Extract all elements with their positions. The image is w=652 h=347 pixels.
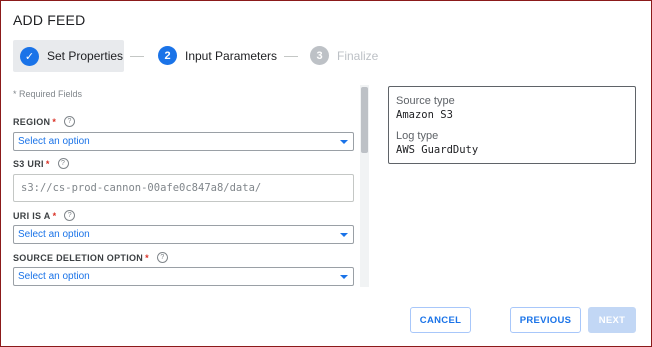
- region-select-value: Select an option: [18, 136, 90, 147]
- s3-uri-label-text: S3 URI: [13, 158, 44, 169]
- chevron-down-icon: [340, 140, 348, 144]
- source-deletion-label-text: SOURCE DELETION OPTION: [13, 252, 144, 263]
- required-asterisk: *: [52, 210, 57, 221]
- feed-summary-panel: Source type Amazon S3 Log type AWS Guard…: [388, 86, 636, 164]
- source-deletion-select[interactable]: Select an option: [13, 267, 354, 286]
- input-parameters-form: * Required Fields REGION * ? Select an o…: [13, 85, 355, 287]
- step-label: Input Parameters: [185, 48, 278, 63]
- chevron-down-icon: [340, 275, 348, 279]
- region-label: REGION * ?: [13, 116, 76, 127]
- previous-button[interactable]: PREVIOUS: [510, 307, 581, 333]
- source-type-label: Source type: [396, 95, 455, 107]
- step-label: Set Properties: [47, 49, 124, 63]
- step-separator: [284, 56, 298, 57]
- help-icon[interactable]: ?: [64, 116, 76, 127]
- required-asterisk: *: [45, 158, 50, 169]
- step-number-badge: 3: [310, 46, 329, 65]
- source-deletion-label: SOURCE DELETION OPTION * ?: [13, 252, 168, 263]
- uri-is-a-select[interactable]: Select an option: [13, 225, 354, 244]
- uri-is-a-select-value: Select an option: [18, 229, 90, 240]
- help-icon[interactable]: ?: [156, 252, 168, 263]
- step-input-parameters[interactable]: 2 Input Parameters: [158, 46, 277, 65]
- chevron-down-icon: [340, 233, 348, 237]
- step-set-properties[interactable]: ✓ Set Properties: [13, 40, 124, 72]
- uri-is-a-label-text: URI IS A: [13, 210, 51, 221]
- required-asterisk: *: [52, 116, 57, 127]
- required-fields-note: * Required Fields: [13, 89, 83, 99]
- region-select[interactable]: Select an option: [13, 132, 354, 151]
- check-icon: ✓: [20, 46, 39, 66]
- step-finalize: 3 Finalize: [310, 46, 378, 65]
- step-separator: [130, 56, 144, 57]
- cancel-button[interactable]: CANCEL: [410, 307, 471, 333]
- source-deletion-select-value: Select an option: [18, 271, 90, 282]
- log-type-label: Log type: [396, 130, 439, 142]
- step-label: Finalize: [337, 48, 379, 63]
- help-icon[interactable]: ?: [57, 158, 69, 169]
- s3-uri-label: S3 URI * ?: [13, 158, 69, 169]
- required-asterisk: *: [145, 252, 149, 263]
- scrollbar-thumb[interactable]: [361, 87, 368, 153]
- help-icon[interactable]: ?: [64, 210, 76, 221]
- step-number-badge: 2: [158, 46, 177, 65]
- next-button[interactable]: NEXT: [588, 307, 636, 333]
- source-type-value: Amazon S3: [396, 109, 453, 121]
- log-type-value: AWS GuardDuty: [396, 144, 479, 156]
- dialog-title: ADD FEED: [13, 12, 86, 28]
- add-feed-dialog: ADD FEED ✓ Set Properties 2 Input Parame…: [0, 0, 652, 347]
- uri-is-a-label: URI IS A * ?: [13, 210, 76, 221]
- s3-uri-input[interactable]: s3://cs-prod-cannon-00afe0c847a8/data/: [13, 174, 354, 202]
- region-label-text: REGION: [13, 116, 51, 127]
